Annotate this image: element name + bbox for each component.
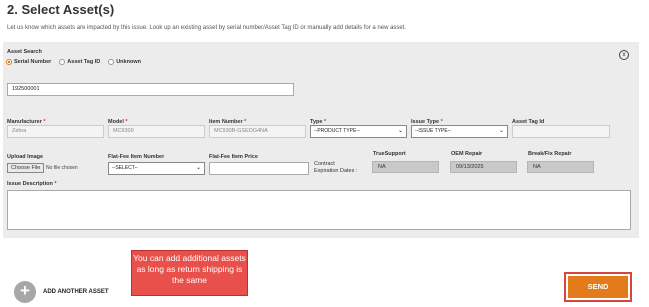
flat-fee-item-number-select[interactable]: --SELECT-- ⌄: [108, 162, 205, 175]
add-another-asset-label: ADD ANOTHER ASSET: [43, 289, 109, 295]
flat-fee-item-price-label: Flat-Fee Item Price: [209, 154, 258, 160]
issue-type-select[interactable]: --ISSUE TYPE-- ⌄: [411, 125, 508, 138]
issue-description-label: Issue Description *: [7, 181, 57, 187]
close-icon[interactable]: x: [619, 50, 629, 60]
asset-panel: Asset Search Serial Number Asset Tag ID …: [3, 42, 639, 238]
break-fix-repair-value: NA: [527, 161, 594, 173]
chevron-down-icon: ⌄: [498, 128, 504, 134]
item-number-field: MC930B-GSEDG4NA: [209, 125, 306, 138]
issue-description-textarea[interactable]: [7, 190, 631, 230]
contract-expiration-label-1: Contract: [314, 161, 335, 167]
page-title: 2. Select Asset(s): [7, 2, 115, 17]
asset-search-radio-group: Serial Number Asset Tag ID Unknown: [6, 59, 141, 65]
chevron-down-icon: ⌄: [397, 128, 403, 134]
add-another-asset-button[interactable]: + ADD ANOTHER ASSET: [14, 281, 109, 303]
send-highlight-frame: SEND: [564, 272, 632, 302]
contract-expiration-label-2: Expiration Dates :: [314, 168, 358, 174]
radio-unknown[interactable]: Unknown: [108, 59, 141, 65]
upload-image-label: Upload Image: [7, 154, 44, 160]
radio-unselected-icon: [59, 59, 66, 65]
page-intro: Let us know which assets are impacted by…: [7, 25, 407, 31]
plus-icon: +: [14, 281, 36, 303]
truesupport-value: NA: [372, 161, 439, 173]
asset-search-label: Asset Search: [7, 49, 42, 55]
manufacturer-field: Zebra: [7, 125, 104, 138]
annotation-callout: You can add additional assets as long as…: [131, 250, 248, 296]
send-button[interactable]: SEND: [568, 276, 628, 298]
radio-unselected-icon: [108, 59, 115, 65]
truesupport-label: TrueSupport: [373, 151, 406, 157]
radio-selected-icon: [6, 59, 12, 65]
flat-fee-item-number-label: Flat-Fee Item Number: [108, 154, 165, 160]
choose-file-button[interactable]: Choose File: [7, 163, 45, 173]
asset-tag-id-field: [512, 125, 610, 138]
radio-asset-tag-id[interactable]: Asset Tag ID: [59, 59, 100, 65]
model-field: MC9300: [108, 125, 205, 138]
chevron-down-icon: ⌄: [195, 165, 201, 171]
radio-serial-number[interactable]: Serial Number: [6, 59, 51, 65]
oem-repair-label: OEM Repair: [451, 151, 483, 157]
type-select[interactable]: --PRODUCT TYPE-- ⌄: [310, 125, 407, 138]
file-status-text: No file chosen: [46, 165, 78, 171]
serial-number-input[interactable]: 192500001: [7, 83, 294, 96]
break-fix-repair-label: Break/Fix Repair: [528, 151, 572, 157]
flat-fee-item-price-input[interactable]: [209, 162, 309, 175]
oem-repair-value: 09/13/2025: [450, 161, 517, 173]
